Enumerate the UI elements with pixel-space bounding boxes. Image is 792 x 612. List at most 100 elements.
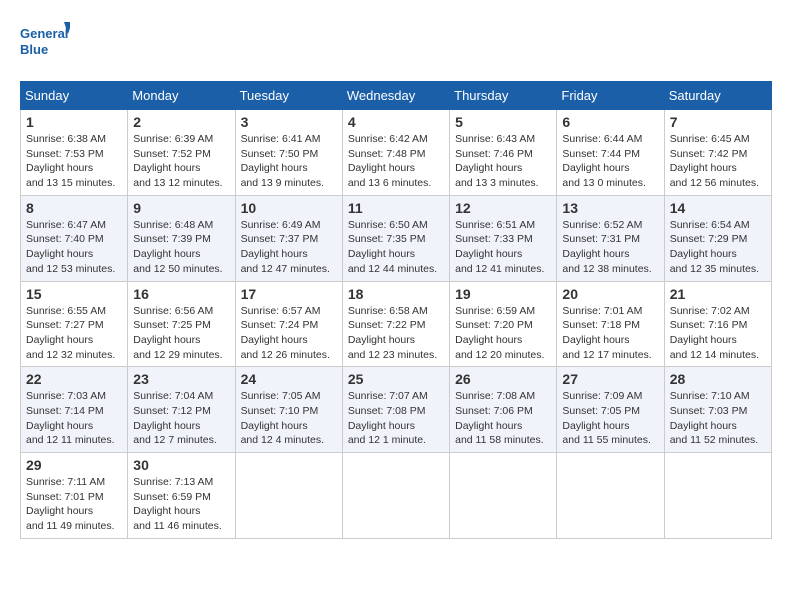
calendar-cell: 27 Sunrise: 7:09 AMSunset: 7:05 PMDaylig… xyxy=(557,367,664,453)
cell-text: Sunrise: 7:04 AMSunset: 7:12 PMDaylight … xyxy=(133,390,216,446)
day-number: 16 xyxy=(133,286,229,302)
day-number: 6 xyxy=(562,114,658,130)
calendar-cell: 28 Sunrise: 7:10 AMSunset: 7:03 PMDaylig… xyxy=(664,367,771,453)
calendar-cell: 21 Sunrise: 7:02 AMSunset: 7:16 PMDaylig… xyxy=(664,281,771,367)
day-number: 21 xyxy=(670,286,766,302)
day-number: 29 xyxy=(26,457,122,473)
calendar-cell: 20 Sunrise: 7:01 AMSunset: 7:18 PMDaylig… xyxy=(557,281,664,367)
calendar-cell: 19 Sunrise: 6:59 AMSunset: 7:20 PMDaylig… xyxy=(450,281,557,367)
calendar-cell: 25 Sunrise: 7:07 AMSunset: 7:08 PMDaylig… xyxy=(342,367,449,453)
calendar-cell xyxy=(450,453,557,539)
cell-text: Sunrise: 7:07 AMSunset: 7:08 PMDaylight … xyxy=(348,390,428,446)
calendar-cell: 16 Sunrise: 6:56 AMSunset: 7:25 PMDaylig… xyxy=(128,281,235,367)
cell-text: Sunrise: 6:45 AMSunset: 7:42 PMDaylight … xyxy=(670,133,759,189)
cell-text: Sunrise: 6:42 AMSunset: 7:48 PMDaylight … xyxy=(348,133,431,189)
calendar-cell: 26 Sunrise: 7:08 AMSunset: 7:06 PMDaylig… xyxy=(450,367,557,453)
calendar-cell: 11 Sunrise: 6:50 AMSunset: 7:35 PMDaylig… xyxy=(342,195,449,281)
cell-text: Sunrise: 6:39 AMSunset: 7:52 PMDaylight … xyxy=(133,133,222,189)
calendar-cell: 15 Sunrise: 6:55 AMSunset: 7:27 PMDaylig… xyxy=(21,281,128,367)
calendar-day-header: Monday xyxy=(128,82,235,110)
cell-text: Sunrise: 6:41 AMSunset: 7:50 PMDaylight … xyxy=(241,133,324,189)
day-number: 12 xyxy=(455,200,551,216)
day-number: 23 xyxy=(133,371,229,387)
calendar-cell: 13 Sunrise: 6:52 AMSunset: 7:31 PMDaylig… xyxy=(557,195,664,281)
calendar-day-header: Thursday xyxy=(450,82,557,110)
cell-text: Sunrise: 6:52 AMSunset: 7:31 PMDaylight … xyxy=(562,219,651,275)
day-number: 18 xyxy=(348,286,444,302)
cell-text: Sunrise: 6:56 AMSunset: 7:25 PMDaylight … xyxy=(133,305,222,361)
calendar-cell: 29 Sunrise: 7:11 AMSunset: 7:01 PMDaylig… xyxy=(21,453,128,539)
calendar-cell: 5 Sunrise: 6:43 AMSunset: 7:46 PMDayligh… xyxy=(450,110,557,196)
cell-text: Sunrise: 6:38 AMSunset: 7:53 PMDaylight … xyxy=(26,133,115,189)
logo: General Blue xyxy=(20,20,70,65)
calendar-cell: 23 Sunrise: 7:04 AMSunset: 7:12 PMDaylig… xyxy=(128,367,235,453)
calendar-cell xyxy=(664,453,771,539)
day-number: 14 xyxy=(670,200,766,216)
calendar-table: SundayMondayTuesdayWednesdayThursdayFrid… xyxy=(20,81,772,539)
calendar-day-header: Saturday xyxy=(664,82,771,110)
calendar-week-row: 29 Sunrise: 7:11 AMSunset: 7:01 PMDaylig… xyxy=(21,453,772,539)
calendar-week-row: 8 Sunrise: 6:47 AMSunset: 7:40 PMDayligh… xyxy=(21,195,772,281)
cell-text: Sunrise: 7:09 AMSunset: 7:05 PMDaylight … xyxy=(562,390,651,446)
calendar-cell: 14 Sunrise: 6:54 AMSunset: 7:29 PMDaylig… xyxy=(664,195,771,281)
cell-text: Sunrise: 7:03 AMSunset: 7:14 PMDaylight … xyxy=(26,390,115,446)
day-number: 25 xyxy=(348,371,444,387)
day-number: 17 xyxy=(241,286,337,302)
calendar-day-header: Sunday xyxy=(21,82,128,110)
day-number: 1 xyxy=(26,114,122,130)
cell-text: Sunrise: 6:44 AMSunset: 7:44 PMDaylight … xyxy=(562,133,645,189)
cell-text: Sunrise: 6:58 AMSunset: 7:22 PMDaylight … xyxy=(348,305,437,361)
day-number: 27 xyxy=(562,371,658,387)
day-number: 10 xyxy=(241,200,337,216)
day-number: 8 xyxy=(26,200,122,216)
cell-text: Sunrise: 6:50 AMSunset: 7:35 PMDaylight … xyxy=(348,219,437,275)
cell-text: Sunrise: 6:48 AMSunset: 7:39 PMDaylight … xyxy=(133,219,222,275)
day-number: 3 xyxy=(241,114,337,130)
cell-text: Sunrise: 6:43 AMSunset: 7:46 PMDaylight … xyxy=(455,133,538,189)
calendar-body: 1 Sunrise: 6:38 AMSunset: 7:53 PMDayligh… xyxy=(21,110,772,539)
day-number: 22 xyxy=(26,371,122,387)
calendar-cell: 8 Sunrise: 6:47 AMSunset: 7:40 PMDayligh… xyxy=(21,195,128,281)
calendar-cell: 6 Sunrise: 6:44 AMSunset: 7:44 PMDayligh… xyxy=(557,110,664,196)
cell-text: Sunrise: 7:05 AMSunset: 7:10 PMDaylight … xyxy=(241,390,324,446)
day-number: 4 xyxy=(348,114,444,130)
day-number: 24 xyxy=(241,371,337,387)
calendar-week-row: 22 Sunrise: 7:03 AMSunset: 7:14 PMDaylig… xyxy=(21,367,772,453)
svg-text:Blue: Blue xyxy=(20,42,48,57)
day-number: 28 xyxy=(670,371,766,387)
calendar-day-header: Tuesday xyxy=(235,82,342,110)
calendar-cell: 3 Sunrise: 6:41 AMSunset: 7:50 PMDayligh… xyxy=(235,110,342,196)
day-number: 26 xyxy=(455,371,551,387)
calendar-cell: 24 Sunrise: 7:05 AMSunset: 7:10 PMDaylig… xyxy=(235,367,342,453)
cell-text: Sunrise: 6:54 AMSunset: 7:29 PMDaylight … xyxy=(670,219,759,275)
cell-text: Sunrise: 6:49 AMSunset: 7:37 PMDaylight … xyxy=(241,219,330,275)
logo-svg: General Blue xyxy=(20,20,70,65)
calendar-cell: 17 Sunrise: 6:57 AMSunset: 7:24 PMDaylig… xyxy=(235,281,342,367)
calendar-cell: 4 Sunrise: 6:42 AMSunset: 7:48 PMDayligh… xyxy=(342,110,449,196)
calendar-cell: 10 Sunrise: 6:49 AMSunset: 7:37 PMDaylig… xyxy=(235,195,342,281)
day-number: 9 xyxy=(133,200,229,216)
calendar-cell xyxy=(235,453,342,539)
day-number: 5 xyxy=(455,114,551,130)
day-number: 13 xyxy=(562,200,658,216)
day-number: 2 xyxy=(133,114,229,130)
calendar-cell: 18 Sunrise: 6:58 AMSunset: 7:22 PMDaylig… xyxy=(342,281,449,367)
day-number: 20 xyxy=(562,286,658,302)
cell-text: Sunrise: 7:11 AMSunset: 7:01 PMDaylight … xyxy=(26,476,115,532)
cell-text: Sunrise: 6:51 AMSunset: 7:33 PMDaylight … xyxy=(455,219,544,275)
calendar-week-row: 15 Sunrise: 6:55 AMSunset: 7:27 PMDaylig… xyxy=(21,281,772,367)
calendar-cell: 7 Sunrise: 6:45 AMSunset: 7:42 PMDayligh… xyxy=(664,110,771,196)
cell-text: Sunrise: 7:02 AMSunset: 7:16 PMDaylight … xyxy=(670,305,759,361)
day-number: 11 xyxy=(348,200,444,216)
cell-text: Sunrise: 6:57 AMSunset: 7:24 PMDaylight … xyxy=(241,305,330,361)
page-header: General Blue xyxy=(20,20,772,65)
day-number: 19 xyxy=(455,286,551,302)
cell-text: Sunrise: 7:08 AMSunset: 7:06 PMDaylight … xyxy=(455,390,544,446)
calendar-day-header: Wednesday xyxy=(342,82,449,110)
cell-text: Sunrise: 6:55 AMSunset: 7:27 PMDaylight … xyxy=(26,305,115,361)
calendar-header-row: SundayMondayTuesdayWednesdayThursdayFrid… xyxy=(21,82,772,110)
calendar-cell: 22 Sunrise: 7:03 AMSunset: 7:14 PMDaylig… xyxy=(21,367,128,453)
cell-text: Sunrise: 6:47 AMSunset: 7:40 PMDaylight … xyxy=(26,219,115,275)
day-number: 30 xyxy=(133,457,229,473)
calendar-cell xyxy=(342,453,449,539)
